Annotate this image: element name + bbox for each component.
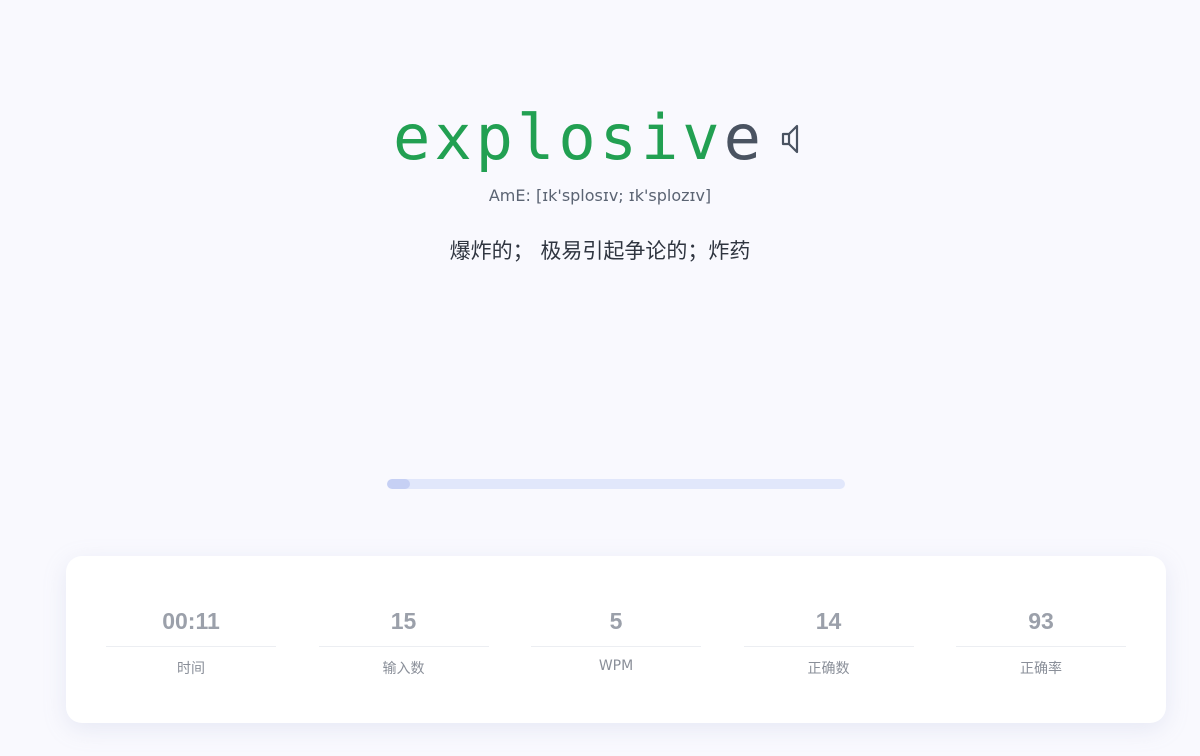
stat-label: 正确率 — [1020, 661, 1062, 677]
stat-divider — [956, 646, 1126, 647]
stat-value: 15 — [390, 608, 417, 634]
stat-label: 时间 — [177, 661, 205, 677]
progress-fill — [387, 479, 410, 489]
stat-time: 00:11 时间 — [106, 556, 276, 723]
typed-letters: explosiv — [393, 101, 724, 174]
stat-wpm: 5 WPM — [531, 556, 701, 723]
stat-label: WPM — [598, 658, 634, 674]
phonetic-text: AmE: [ɪk'splosɪv; ɪk'splozɪv] — [488, 186, 712, 205]
stats-panel: 00:11 时间 15 输入数 5 WPM 14 正确数 93 正确率 — [66, 556, 1166, 723]
stat-value: 14 — [815, 608, 842, 634]
stat-correct-count: 14 正确数 — [743, 556, 914, 723]
stat-input-count: 15 输入数 — [318, 556, 489, 723]
stat-value: 5 — [609, 608, 623, 634]
remaining-letters: e — [723, 101, 765, 174]
stat-label: 输入数 — [382, 661, 425, 677]
target-word: explosive — [393, 98, 765, 178]
stat-divider — [318, 646, 489, 647]
translation-text: 爆炸的； 极易引起争论的；炸药 — [449, 239, 751, 263]
stat-value: 00:11 — [162, 608, 220, 634]
stat-divider — [106, 646, 276, 647]
progress-bar — [387, 479, 845, 489]
stat-label: 正确数 — [807, 661, 850, 677]
stat-accuracy: 93 正确率 — [956, 556, 1126, 723]
word-display: explosive — [0, 98, 1200, 178]
typing-practice-page: explosive AmE: [ɪk'splosɪv; ɪk'splozɪv] … — [0, 0, 1200, 756]
stat-divider — [531, 646, 701, 647]
stat-divider — [743, 646, 914, 647]
stat-value: 93 — [1028, 608, 1054, 634]
speaker-icon[interactable] — [779, 121, 807, 157]
